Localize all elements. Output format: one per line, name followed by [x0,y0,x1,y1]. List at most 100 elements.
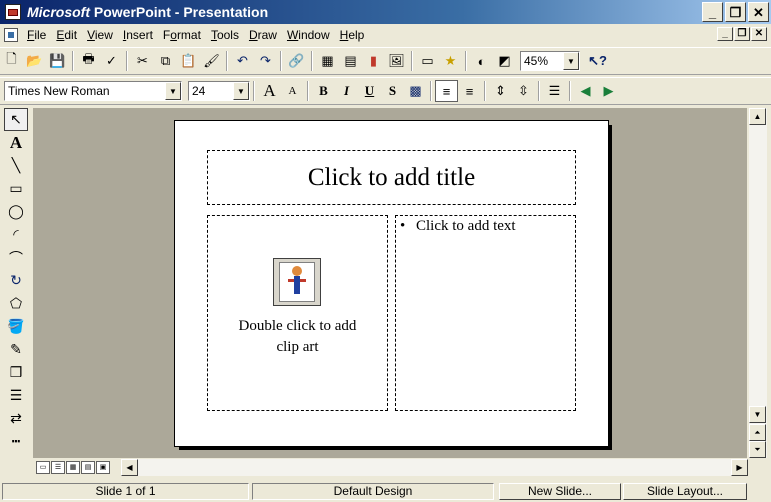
promote-icon[interactable]: ◀ [574,80,597,102]
increase-paragraph-spacing-icon[interactable]: ⇕ [489,80,512,102]
scroll-up-icon[interactable]: ▲ [749,108,766,125]
insert-word-table-icon[interactable]: ▦ [316,50,339,72]
chevron-down-icon[interactable]: ▼ [233,82,249,100]
paste-icon[interactable]: 📋 [177,50,200,72]
menu-format[interactable]: Format [158,28,206,42]
arrow-style-icon[interactable]: ⇄ [4,407,28,430]
doc-close-button[interactable]: ✕ [751,27,767,41]
new-slide-icon[interactable]: ▭ [416,50,439,72]
grayscale-icon[interactable]: ◐ [470,50,493,72]
text-placeholder[interactable]: • Click to add text [395,215,576,411]
insert-excel-worksheet-icon[interactable]: ▤ [339,50,362,72]
bullets-icon[interactable]: ☰ [543,80,566,102]
decrease-paragraph-spacing-icon[interactable]: ⇳ [512,80,535,102]
align-left-icon[interactable]: ≡ [435,80,458,102]
italic-button[interactable]: I [335,80,358,102]
cut-icon[interactable]: ✂ [131,50,154,72]
font-name-select[interactable]: Times New Roman ▼ [4,81,182,101]
insert-chart-icon[interactable]: ▮ [362,50,385,72]
font-name-value: Times New Roman [8,84,110,98]
help-icon[interactable]: ↖? [586,50,609,72]
slide-workspace[interactable]: Click to add title Double click to add c… [33,108,747,458]
title-placeholder[interactable]: Click to add title [207,150,576,205]
slide-layout-button[interactable]: Slide Layout... [623,482,747,500]
slide-show-icon[interactable]: ▣ [96,460,110,474]
font-size-value: 24 [192,84,206,98]
text-box-icon[interactable]: A [4,131,28,154]
undo-icon[interactable]: ↶ [231,50,254,72]
menu-edit[interactable]: Edit [51,28,82,42]
outline-view-icon[interactable]: ☰ [51,460,65,474]
zoom-select[interactable]: 45% ▼ [520,51,580,71]
copy-icon[interactable]: ⧉ [154,50,177,72]
text-placeholder-text: Click to add text [416,218,516,234]
arc-icon[interactable]: ◜ [4,223,28,246]
menu-view[interactable]: View [82,28,118,42]
doc-restore-button[interactable]: ❐ [734,27,750,41]
free-rotate-icon[interactable]: ↻ [4,269,28,292]
new-icon[interactable]: 🗋 [0,50,23,72]
black-white-view-icon[interactable]: ◩ [493,50,516,72]
normal-view-icon[interactable]: ▭ [36,460,50,474]
select-objects-icon[interactable]: ↖ [4,108,28,131]
powerpoint-app-icon[interactable] [5,4,21,20]
document-icon[interactable] [4,28,18,42]
insert-clip-art-icon[interactable]: 🖼 [385,50,408,72]
restore-button[interactable]: ❐ [725,2,746,22]
apply-design-icon[interactable]: ★ [439,50,462,72]
bullet-item: • Click to add text [400,218,516,235]
next-slide-icon[interactable]: ⏷ [749,441,766,458]
scroll-down-icon[interactable]: ▼ [749,406,766,423]
chevron-down-icon[interactable]: ▼ [563,52,579,70]
chevron-down-icon[interactable]: ▼ [165,82,181,100]
freeform-icon[interactable]: ⌒ [4,246,28,269]
spelling-icon[interactable]: ✓ [100,50,123,72]
new-slide-button[interactable]: New Slide... [499,482,621,500]
shadow-on-off-icon[interactable]: ❒ [4,361,28,384]
font-color-icon[interactable]: ▩ [404,80,427,102]
fill-color-icon[interactable]: 🪣 [4,315,28,338]
line-color-icon[interactable]: ✎ [4,338,28,361]
horizontal-scrollbar[interactable]: ◀ ▶ [121,459,748,476]
font-size-select[interactable]: 24 ▼ [188,81,250,101]
clip-art-icon[interactable] [273,258,321,306]
increase-font-size-button[interactable]: A [258,80,281,102]
slide-canvas[interactable]: Click to add title Double click to add c… [174,120,609,447]
slide-sorter-view-icon[interactable]: ▦ [66,460,80,474]
scroll-left-icon[interactable]: ◀ [121,459,138,476]
align-center-icon[interactable]: ≡ [458,80,481,102]
menu-insert[interactable]: Insert [118,28,158,42]
insert-hyperlink-icon[interactable]: 🔗 [285,50,308,72]
shadow-button[interactable]: S [381,80,404,102]
menu-file[interactable]: File [22,28,51,42]
doc-minimize-button[interactable]: _ [717,27,733,41]
print-icon[interactable]: 🖶 [77,50,100,72]
menu-window[interactable]: Window [282,28,335,42]
clipart-line1: Double click to add [238,318,357,334]
menu-draw[interactable]: Draw [244,28,282,42]
format-painter-icon[interactable]: 🖌 [200,50,223,72]
rectangle-icon[interactable]: ▭ [4,177,28,200]
line-icon[interactable]: ╲ [4,154,28,177]
previous-slide-icon[interactable]: ⏶ [749,424,766,441]
notes-view-icon[interactable]: ▤ [81,460,95,474]
decrease-font-size-button[interactable]: A [281,80,304,102]
status-bar: Slide 1 of 1 Default Design New Slide...… [0,480,771,502]
bold-button[interactable]: B [312,80,335,102]
menu-tools[interactable]: Tools [206,28,244,42]
redo-icon[interactable]: ↷ [254,50,277,72]
clipart-placeholder[interactable]: Double click to add clip art [207,215,388,411]
minimize-button[interactable]: _ [702,2,723,22]
scroll-right-icon[interactable]: ▶ [731,459,748,476]
save-icon[interactable]: 💾 [46,50,69,72]
close-button[interactable]: ✕ [748,2,769,22]
vertical-scrollbar[interactable]: ▲ ▼ ⏶ ⏷ [749,108,767,458]
open-icon[interactable]: 📂 [23,50,46,72]
autoshapes-icon[interactable]: ⬠ [4,292,28,315]
line-style-icon[interactable]: ☰ [4,384,28,407]
ellipse-icon[interactable]: ◯ [4,200,28,223]
dash-style-icon[interactable]: ┅ [4,430,28,453]
menu-help[interactable]: Help [335,28,370,42]
demote-icon[interactable]: ▶ [597,80,620,102]
underline-button[interactable]: U [358,80,381,102]
